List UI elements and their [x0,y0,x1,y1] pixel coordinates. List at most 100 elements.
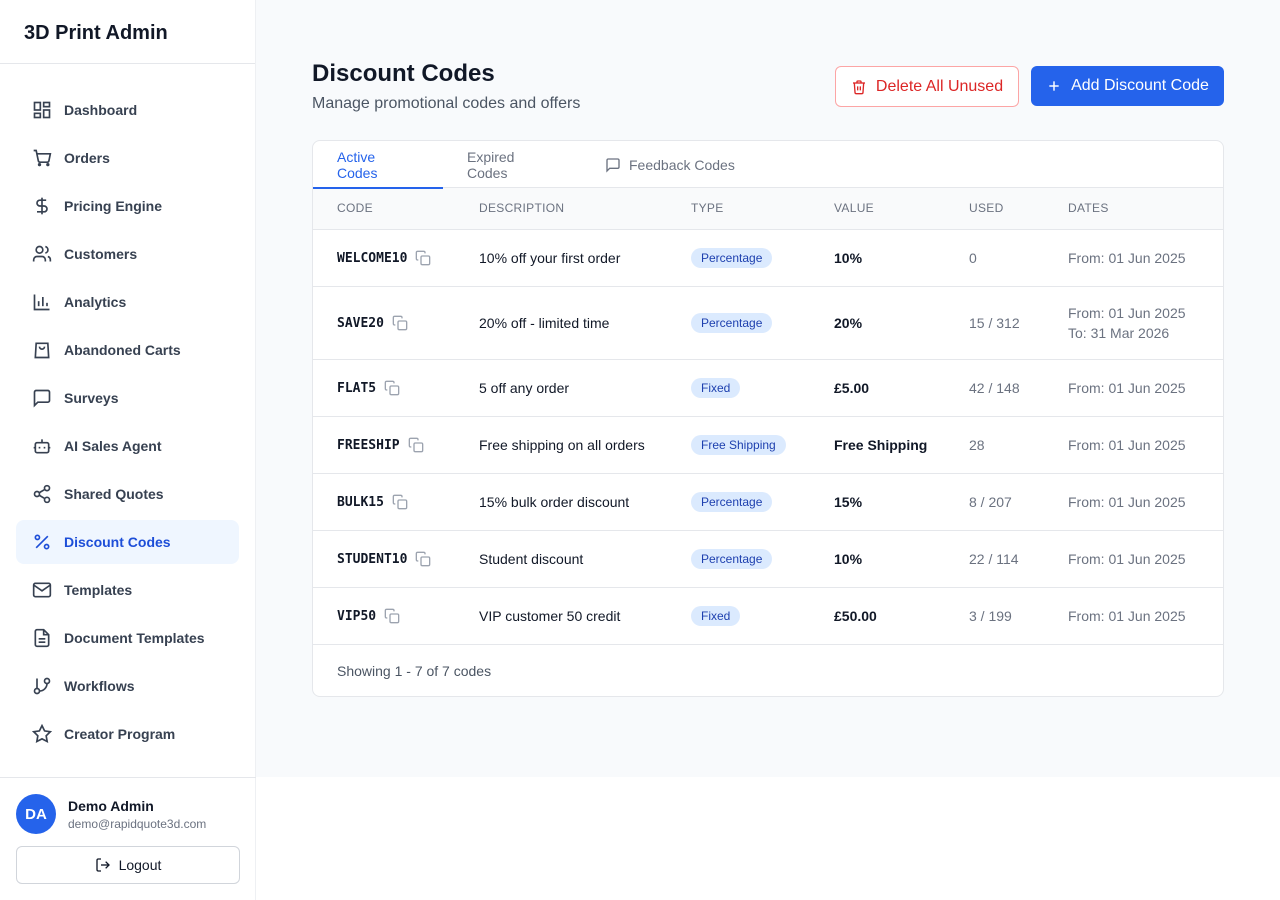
description-cell: 10% off your first order [479,229,691,287]
sidebar-item-label: AI Sales Agent [64,438,162,454]
sidebar-item-label: Workflows [64,678,135,694]
sidebar-item-surveys[interactable]: Surveys [16,376,239,420]
delete-all-unused-button[interactable]: Delete All Unused [835,66,1019,107]
dollar-icon [32,196,52,216]
value-cell: 10% [834,229,969,287]
sidebar-item-label: Customers [64,246,138,262]
type-cell: Free Shipping [691,416,834,474]
sidebar-item-workflows[interactable]: Workflows [16,664,239,708]
message-square-icon [32,388,52,408]
type-badge: Free Shipping [691,434,786,455]
sidebar-item-creator-program[interactable]: Creator Program [16,712,239,756]
page-subtitle: Manage promotional codes and offers [312,95,581,112]
code-cell: BULK15 [313,473,479,531]
copy-icon[interactable] [415,551,431,567]
discount-code: FLAT5 [337,380,377,396]
type-badge: Percentage [691,548,773,569]
value-cell: £50.00 [834,587,969,645]
sidebar: 3D Print Admin Dashboard Orders Pricing … [0,0,256,900]
dates-cell: From: 01 Jun 2025 [1068,530,1223,588]
used-cell: 42 / 148 [969,359,1068,417]
used-cell: 0 [969,229,1068,287]
dates-cell: From: 01 Jun 2025 [1068,587,1223,645]
tab-active-codes[interactable]: Active Codes [313,141,443,189]
dashboard-icon [32,100,52,120]
add-discount-code-button[interactable]: Add Discount Code [1031,66,1224,106]
date-from: From: 01 Jun 2025 [1068,436,1186,453]
column-header-description: DESCRIPTION [479,201,565,216]
sidebar-item-label: Dashboard [64,102,138,118]
sidebar-item-label: Abandoned Carts [64,342,181,358]
tab-label: Active Codes [337,148,378,181]
sidebar-item-dashboard[interactable]: Dashboard [16,88,239,132]
sidebar-item-label: Shared Quotes [64,486,164,502]
type-cell: Fixed [691,359,834,417]
type-cell: Percentage [691,229,834,287]
type-badge: Percentage [691,247,773,268]
date-from: From: 01 Jun 2025 [1068,379,1186,396]
value-cell: 15% [834,473,969,531]
sidebar-item-ai-sales-agent[interactable]: AI Sales Agent [16,424,239,468]
copy-icon[interactable] [384,608,400,624]
delete-all-unused-label: Delete All Unused [875,77,1004,95]
pagination-summary: Showing 1 - 7 of 7 codes [337,662,492,679]
table-header-row: CODE DESCRIPTION TYPE VALUE USED DATES [313,188,1223,229]
discount-code: SAVE20 [337,315,384,331]
share-icon [32,484,52,504]
copy-icon[interactable] [384,380,400,396]
star-icon [32,724,52,744]
type-badge: Percentage [691,491,773,512]
sidebar-item-templates[interactable]: Templates [16,568,239,612]
page-title: Discount Codes [312,60,495,87]
used-cell: 22 / 114 [969,530,1068,588]
sidebar-item-pricing-engine[interactable]: Pricing Engine [16,184,239,228]
user-name: Demo Admin [68,797,154,814]
logout-button[interactable]: Logout [16,846,240,884]
table-row: FLAT5 5 off any order Fixed £5.00 42 / 1… [313,359,1223,417]
code-cell: FLAT5 [313,359,479,417]
copy-icon[interactable] [392,494,408,510]
code-cell: FREESHIP [313,416,479,474]
percent-icon [32,532,52,552]
type-cell: Percentage [691,473,834,531]
copy-icon[interactable] [415,250,431,266]
dates-cell: From: 01 Jun 2025 [1068,229,1223,287]
sidebar-item-analytics[interactable]: Analytics [16,280,239,324]
column-header-code: CODE [337,201,373,216]
user-panel: DA Demo Admin demo@rapidquote3d.com Logo… [0,777,256,900]
dates-cell: From: 01 Jun 2025 [1068,473,1223,531]
user-email: demo@rapidquote3d.com [68,816,207,831]
description-cell: VIP customer 50 credit [479,587,691,645]
discount-codes-card: Active Codes Expired Codes Feedback Code… [312,140,1224,697]
logout-label: Logout [118,857,162,873]
tab-feedback-codes[interactable]: Feedback Codes [581,141,759,188]
main-content: Discount Codes Manage promotional codes … [256,0,1280,777]
table-header: CODE DESCRIPTION TYPE VALUE USED DATES [313,188,1223,229]
used-cell: 28 [969,416,1068,474]
users-icon [32,244,52,264]
used-cell: 15 / 312 [969,286,1068,360]
copy-icon[interactable] [392,315,408,331]
table-row: SAVE20 20% off - limited time Percentage… [313,286,1223,360]
sidebar-item-orders[interactable]: Orders [16,136,239,180]
tab-expired-codes[interactable]: Expired Codes [443,141,581,188]
table-row: WELCOME10 10% off your first order Perce… [313,229,1223,287]
sidebar-item-shared-quotes[interactable]: Shared Quotes [16,472,239,516]
date-from: From: 01 Jun 2025 [1068,249,1186,266]
message-square-icon [606,157,620,173]
table-row: VIP50 VIP customer 50 credit Fixed £50.0… [313,587,1223,645]
sidebar-item-discount-codes[interactable]: Discount Codes [16,520,239,564]
used-cell: 8 / 207 [969,473,1068,531]
column-header-dates: DATES [1068,201,1109,216]
value-cell: Free Shipping [834,416,969,474]
type-cell: Percentage [691,530,834,588]
sidebar-item-abandoned-carts[interactable]: Abandoned Carts [16,328,239,372]
copy-icon[interactable] [408,437,424,453]
description-cell: 15% bulk order discount [479,473,691,531]
value-cell: £5.00 [834,359,969,417]
mail-icon [32,580,52,600]
table-body: WELCOME10 10% off your first order Perce… [313,229,1223,645]
sidebar-item-customers[interactable]: Customers [16,232,239,276]
value-cell: 20% [834,286,969,360]
sidebar-item-document-templates[interactable]: Document Templates [16,616,239,660]
